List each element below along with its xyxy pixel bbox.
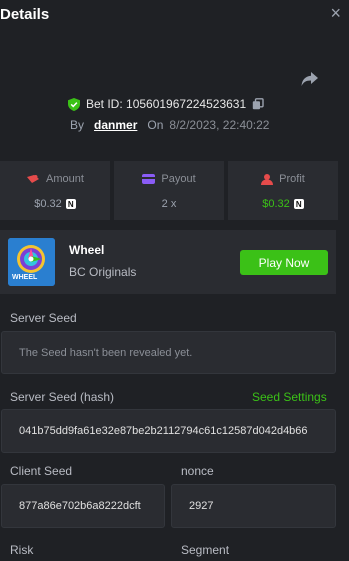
server-seed-hash-field[interactable]: 041b75dd9fa61e32e87be2b2112794c61c12587d… — [1, 409, 336, 453]
payout-wallet-icon — [142, 174, 156, 184]
nonce-field[interactable]: 2927 — [171, 484, 336, 528]
profit-value: $0.32 — [262, 198, 290, 210]
username-link[interactable]: danmer — [94, 118, 137, 132]
details-header: Details × — [0, 0, 349, 30]
page-title: Details — [0, 6, 50, 23]
close-icon[interactable]: × — [330, 3, 341, 23]
amount-card: Amount $0.32 N — [0, 161, 110, 220]
server-seed-label: Server Seed — [10, 311, 77, 325]
payout-value: 2 x — [161, 198, 177, 210]
play-now-button[interactable]: Play Now — [240, 250, 328, 275]
bet-id-row: Bet ID: 105601967224523631 — [68, 96, 264, 112]
server-seed-field: The Seed hasn't been revealed yet. — [1, 331, 336, 374]
nano-coin-icon: N — [65, 199, 76, 209]
bet-meta-row: By danmer On 8/2/2023, 22:40:22 — [70, 117, 269, 133]
payout-card: Payout 2 x — [114, 161, 224, 220]
profit-icon — [261, 173, 274, 185]
game-name: Wheel — [69, 243, 105, 257]
seed-settings-link[interactable]: Seed Settings — [252, 390, 327, 404]
nano-coin-icon: N — [293, 199, 304, 209]
segment-label: Segment — [181, 543, 230, 557]
payout-label: Payout — [161, 173, 196, 185]
copy-icon[interactable] — [252, 98, 264, 110]
game-provider: BC Originals — [69, 265, 137, 279]
bet-date: 8/2/2023, 22:40:22 — [169, 118, 270, 132]
thumbnail-caption: WHEEL — [12, 274, 38, 281]
client-seed-label: Client Seed — [10, 464, 73, 478]
amount-value: $0.32 — [34, 198, 62, 210]
share-icon[interactable] — [300, 70, 320, 88]
profit-card: Profit $0.32 N — [228, 161, 338, 220]
bet-id: Bet ID: 105601967224523631 — [86, 97, 247, 111]
amount-label: Amount — [46, 173, 84, 185]
amount-icon — [27, 175, 40, 183]
game-thumbnail[interactable]: WHEEL — [8, 238, 55, 286]
profit-label: Profit — [279, 173, 305, 185]
risk-label: Risk — [10, 543, 34, 557]
verified-shield-icon — [68, 97, 80, 111]
client-seed-field[interactable]: 877a86e702b6a8222dcft — [1, 484, 165, 528]
on-label: On — [147, 118, 164, 132]
by-label: By — [70, 118, 85, 132]
server-seed-hash-label: Server Seed (hash) — [10, 390, 115, 404]
nonce-label: nonce — [181, 464, 214, 478]
